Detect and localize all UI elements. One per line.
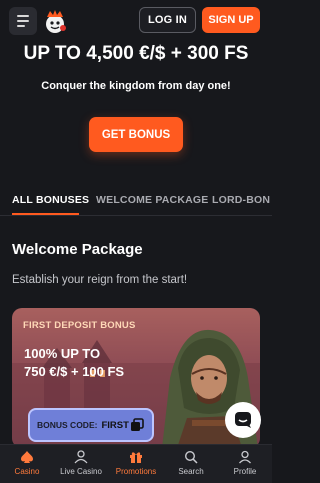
- bonus-code-label: BONUS CODE:: [37, 420, 98, 430]
- dealer-icon: [74, 450, 88, 464]
- nav-label-promotions: Promotions: [115, 467, 157, 476]
- active-tab-indicator: [12, 213, 79, 215]
- nav-promotions[interactable]: Promotions: [109, 445, 163, 483]
- hero-title: UP TO 4,500 €/$ + 300 FS: [23, 43, 249, 64]
- bonus-tabs: ALL BONUSES WELCOME PACKAGE LORD-BON: [0, 186, 272, 216]
- search-icon: [184, 450, 198, 464]
- user-icon: [239, 450, 251, 464]
- section-subtitle: Establish your reign from the start!: [12, 274, 188, 286]
- nav-label-casino: Casino: [14, 467, 40, 476]
- bonus-code-value: FIRST: [101, 419, 129, 431]
- chat-icon: [235, 412, 251, 428]
- tab-lord-bonus[interactable]: LORD-BON: [212, 194, 270, 206]
- nav-casino[interactable]: Casino: [0, 445, 54, 483]
- spade-icon: [21, 451, 33, 463]
- card-label: FIRST DEPOSIT BONUS: [23, 320, 136, 331]
- copy-icon[interactable]: [130, 418, 144, 432]
- nav-label-search: Search: [178, 467, 204, 476]
- logo-icon[interactable]: [41, 7, 69, 35]
- get-bonus-button[interactable]: GET BONUS: [89, 117, 183, 152]
- gift-icon: [130, 452, 142, 463]
- tab-welcome-package[interactable]: WELCOME PACKAGE: [96, 194, 208, 206]
- nav-label-profile: Profile: [233, 467, 257, 476]
- hero-subtitle: Conquer the kingdom from day one!: [41, 80, 231, 92]
- nav-profile[interactable]: Profile: [218, 445, 272, 483]
- first-deposit-bonus-card[interactable]: FIRST DEPOSIT BONUS 100% UP TO 750 €/$ +…: [12, 308, 260, 448]
- card-offer-line-2: 750 €/$ + 100 FS: [24, 364, 125, 379]
- nav-live-casino[interactable]: Live Casino: [54, 445, 108, 483]
- hamburger-menu-icon[interactable]: [9, 7, 37, 35]
- top-bar: LOG IN SIGN UP: [0, 0, 272, 42]
- bonus-code-box[interactable]: BONUS CODE: FIRST: [28, 408, 154, 442]
- nav-label-live-casino: Live Casino: [60, 467, 102, 476]
- tab-all-bonuses[interactable]: ALL BONUSES: [12, 194, 89, 206]
- nav-search[interactable]: Search: [164, 445, 218, 483]
- live-chat-button[interactable]: [225, 402, 261, 438]
- bottom-navigation: Casino Live Casino Promotions Search Pro…: [0, 444, 272, 483]
- section-title: Welcome Package: [12, 241, 143, 258]
- login-button[interactable]: LOG IN: [139, 7, 196, 33]
- card-offer-line-1: 100% UP TO: [24, 346, 101, 361]
- signup-button[interactable]: SIGN UP: [202, 7, 260, 33]
